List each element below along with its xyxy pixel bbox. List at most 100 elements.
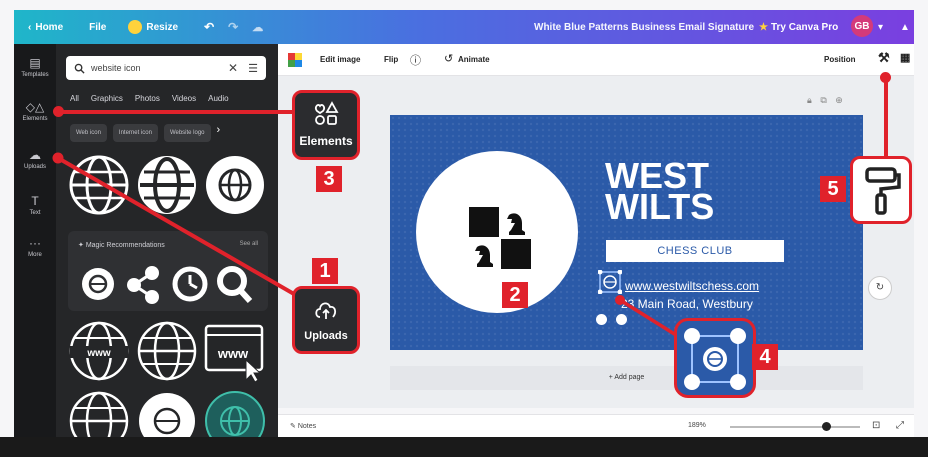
callout-3-line <box>58 110 294 114</box>
tab-audio[interactable]: Audio <box>208 94 228 103</box>
callout-5-dot <box>880 72 891 83</box>
website-globe-icon[interactable] <box>598 270 622 294</box>
page-actions: 🔒︎ ⧉ ⊕ <box>807 95 843 106</box>
zoom-slider[interactable] <box>730 422 860 431</box>
svg-text:www: www <box>217 346 249 361</box>
callout-tag-3: 3 <box>316 166 342 192</box>
screenshot-frame: ‹ Home File Resize ↶ ↷ ☁ White Blue Patt… <box>0 0 928 457</box>
duplicate-icon[interactable]: ⧉ <box>820 95 826 105</box>
search-icon <box>74 63 85 74</box>
elements-icon <box>315 101 339 125</box>
avatar[interactable]: GB <box>851 15 873 37</box>
try-pro-button[interactable]: ★ Try Canva Pro <box>759 22 838 33</box>
rail-label-text: Text <box>29 210 41 216</box>
zoom-slider-knob[interactable] <box>822 422 832 431</box>
callout-1-line <box>52 152 295 296</box>
uploads-callout-label: Uploads <box>304 330 348 342</box>
callout-tag-2: 2 <box>502 282 528 308</box>
crown-icon: ★ <box>759 21 768 33</box>
bottom-strip <box>0 437 928 457</box>
paint-roller-icon[interactable]: ⚒ <box>878 50 890 66</box>
website-link[interactable]: www.westwiltschess.com <box>625 279 759 293</box>
club-title: WEST WILTS <box>605 158 715 227</box>
rail-label-elements: Elements <box>22 116 48 122</box>
document-title[interactable]: White Blue Patterns Business Email Signa… <box>534 22 754 33</box>
filter-icon[interactable]: ☰ <box>248 62 258 75</box>
elements-callout-label: Elements <box>299 134 353 148</box>
chip-website-logo[interactable]: Website logo <box>163 124 211 142</box>
tab-photos[interactable]: Photos <box>135 94 160 103</box>
zoomed-globe-icon <box>684 328 746 390</box>
elements-callout: Elements <box>292 90 360 160</box>
globe-outline-result-icon[interactable] <box>134 318 200 384</box>
chevron-right-icon[interactable]: › <box>217 124 221 142</box>
callout-tag-4: 4 <box>752 344 778 370</box>
search-input[interactable]: website icon ✕ ☰ <box>66 56 266 80</box>
zoomed-globe-callout <box>674 318 756 398</box>
globe-partial-result-icon[interactable] <box>66 388 132 437</box>
paint-roller-callout <box>850 156 912 224</box>
rail-item-elements[interactable]: ◇△ Elements <box>14 100 56 122</box>
add-page-button[interactable]: + Add page <box>390 366 863 390</box>
redo-icon[interactable]: ↷ <box>228 20 238 34</box>
undo-icon[interactable]: ↶ <box>204 20 214 34</box>
rail-label-templates: Templates <box>21 72 49 78</box>
file-menu[interactable]: File <box>89 22 106 33</box>
refresh-icon[interactable]: ↻ <box>868 276 892 300</box>
chip-web-icon[interactable]: Web icon <box>70 124 107 142</box>
editor-toolbar: Edit image Flip ⓘ ↺ Animate Position ⚒ ▦ <box>278 44 914 76</box>
page-count-icon[interactable]: ⊡ <box>872 420 880 431</box>
animate-icon[interactable]: ↺ <box>444 52 453 65</box>
lock-icon[interactable]: 🔒︎ <box>807 95 812 105</box>
top-bar: ‹ Home File Resize ↶ ↷ ☁ White Blue Patt… <box>14 10 914 44</box>
elements-icon: ◇△ <box>25 100 45 114</box>
panel-tabs: All Graphics Photos Videos Audio <box>70 94 229 103</box>
home-label: Home <box>35 21 64 33</box>
uploads-callout: Uploads <box>292 286 360 354</box>
tab-all[interactable]: All <box>70 94 79 103</box>
resize-badge-icon <box>128 20 143 34</box>
flip-button[interactable]: Flip <box>384 55 398 64</box>
callout-tag-1: 1 <box>312 258 338 284</box>
fullscreen-icon[interactable]: ⤢ <box>896 420 904 431</box>
globe-white-circle-result-icon[interactable] <box>134 388 200 437</box>
bottom-bar: ✎ Notes 189% ⊡ ⤢ <box>278 414 914 437</box>
uploads-icon <box>315 302 337 319</box>
rail-item-templates[interactable]: ▤ Templates <box>14 56 56 78</box>
transparency-icon[interactable]: ▦ <box>900 51 910 64</box>
zoom-level: 189% <box>688 422 706 429</box>
add-page-icon[interactable]: ⊕ <box>835 95 843 105</box>
cloud-save-icon[interactable]: ☁ <box>252 21 263 34</box>
animate-button[interactable]: Animate <box>458 55 490 64</box>
callout-5-line <box>884 76 888 158</box>
tab-videos[interactable]: Videos <box>172 94 196 103</box>
tab-graphics[interactable]: Graphics <box>91 94 123 103</box>
stats-icon[interactable]: ▲ <box>900 22 910 33</box>
rotate-handle-icon[interactable] <box>596 314 607 325</box>
callout-3-dot <box>53 106 64 117</box>
club-title-line2: WILTS <box>605 186 715 227</box>
chess-logo-icon[interactable] <box>467 205 533 271</box>
globe-teal-result-icon[interactable] <box>202 388 268 437</box>
home-button[interactable]: ‹ Home <box>28 22 63 33</box>
chevron-down-icon[interactable]: ▾ <box>878 22 883 33</box>
position-button[interactable]: Position <box>824 55 856 64</box>
notes-button[interactable]: ✎ Notes <box>290 422 316 430</box>
chip-internet-icon[interactable]: Internet icon <box>112 124 158 142</box>
search-value: website icon <box>91 63 141 73</box>
globe-www-result-icon[interactable]: www <box>66 318 132 384</box>
suggestion-chips: Web icon Internet icon Website logo › <box>70 124 220 142</box>
try-pro-label: Try Canva Pro <box>770 21 839 33</box>
clear-search-icon[interactable]: ✕ <box>228 61 238 75</box>
edit-image-button[interactable]: Edit image <box>320 55 360 64</box>
notes-label: Notes <box>297 423 317 430</box>
color-swatch-icon[interactable] <box>288 53 302 67</box>
resize-button[interactable]: Resize <box>128 20 178 34</box>
browser-www-result-icon[interactable]: www <box>202 318 268 384</box>
rail-label-more: More <box>28 252 42 258</box>
svg-text:www: www <box>86 348 111 359</box>
rail-label-uploads: Uploads <box>23 164 46 170</box>
info-icon[interactable]: ⓘ <box>410 52 421 68</box>
resize-label: Resize <box>146 21 179 33</box>
callout-tag-5: 5 <box>820 176 846 202</box>
